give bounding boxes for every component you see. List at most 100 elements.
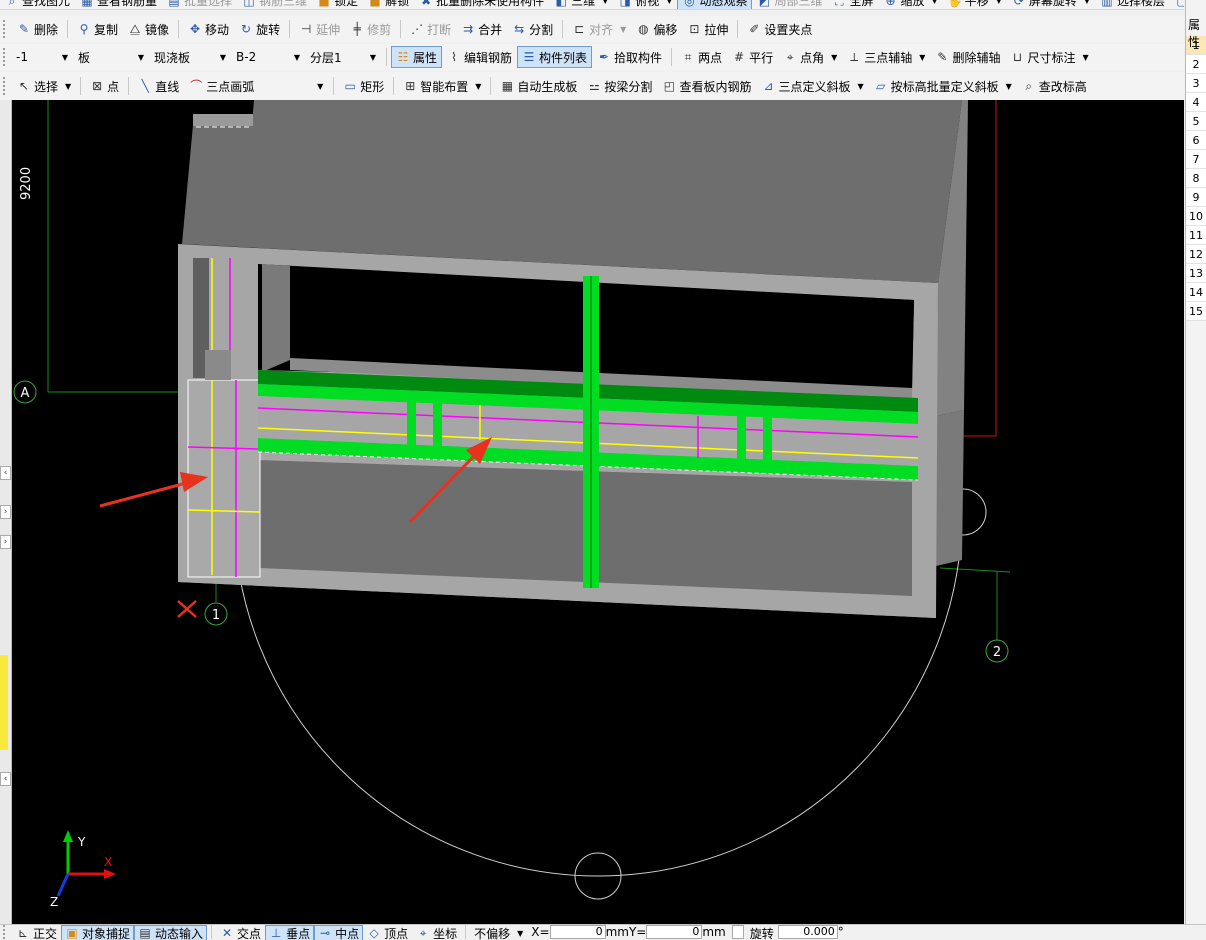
line-button[interactable]: ╲ 直线 — [133, 75, 184, 97]
x-input[interactable]: 0 — [549, 925, 606, 939]
copy-button[interactable]: ⚲ 复制 — [72, 18, 123, 40]
collapse-icon[interactable]: ‹ — [0, 466, 11, 480]
check-elevation-button[interactable]: ⌕ 查改标高 — [1017, 75, 1092, 97]
type-select[interactable]: 板 ▼ — [74, 47, 148, 67]
highlight-bar — [0, 655, 8, 750]
component-list-button[interactable]: ☰ 构件列表 — [517, 46, 593, 68]
intersect-snap[interactable]: ✕ 交点 — [216, 925, 265, 940]
y-input[interactable]: 0 — [646, 925, 703, 939]
property-row[interactable]: 11 — [1186, 226, 1206, 245]
align-button[interactable]: ⊏ 对齐 ▼ — [567, 18, 631, 40]
auto-slab-button[interactable]: ▦ 自动生成板 — [495, 75, 582, 97]
arc-button[interactable]: ⌒ 三点画弧 — [184, 75, 259, 97]
subtype-select[interactable]: 现浇板 ▼ — [150, 47, 230, 67]
property-row[interactable]: 9 — [1186, 188, 1206, 207]
perp-snap[interactable]: ⊥ 垂点 — [265, 925, 315, 940]
view-rebar-qty-button[interactable]: ▦ 查看钢筋量 — [75, 0, 162, 9]
extend-button[interactable]: ⊣ 延伸 — [294, 18, 345, 40]
property-row[interactable]: 6 — [1186, 131, 1206, 150]
beam-split-button[interactable]: ⚍ 按梁分割 — [582, 75, 657, 97]
point-angle-button[interactable]: ⌖ 点角 ▼ — [778, 46, 842, 68]
toolbar-grip[interactable] — [3, 925, 9, 939]
split-button[interactable]: ⇆ 分割 — [507, 18, 558, 40]
component-select[interactable]: B-2 ▼ — [232, 47, 304, 67]
attributes-button[interactable]: ☷ 属性 — [391, 46, 443, 68]
ortho-toggle[interactable]: ⊾ 正交 — [12, 925, 61, 940]
arc-mode-select[interactable]: ▼ — [259, 76, 328, 96]
vertex-snap[interactable]: ◇ 顶点 — [363, 925, 412, 940]
rotate-icon: ↻ — [241, 22, 252, 36]
dimension-button[interactable]: ⊔ 尺寸标注 ▼ — [1005, 46, 1093, 68]
rect-button[interactable]: ▭ 矩形 — [338, 75, 389, 97]
property-row[interactable]: 5 — [1186, 112, 1206, 131]
two-points-button[interactable]: ⌗ 两点 — [676, 46, 727, 68]
screen-rotate-button[interactable]: ⟳ 屏幕旋转 ▼ — [1007, 0, 1095, 9]
floor-select[interactable]: -1 ▼ — [12, 47, 72, 67]
snap-toggle[interactable]: ▣ 对象捕捉 — [61, 925, 135, 940]
orbit-button[interactable]: ◎ 动态观察 — [677, 0, 753, 9]
dynamic-input-toggle[interactable]: ▤ 动态输入 — [134, 925, 208, 940]
three-point-aux-button[interactable]: ⟂ 三点辅轴 ▼ — [842, 46, 930, 68]
three-point-slope-button[interactable]: ⊿ 三点定义斜板 ▼ — [756, 75, 868, 97]
property-row[interactable]: 10 — [1186, 207, 1206, 226]
property-row[interactable]: 7 — [1186, 150, 1206, 169]
midpoint-snap[interactable]: ⊸ 中点 — [314, 925, 364, 940]
trim-button[interactable]: ╪ 修剪 — [345, 18, 396, 40]
break-button[interactable]: ⋰ 打断 — [405, 18, 456, 40]
edit-rebar-button[interactable]: ⌇ 编辑钢筋 — [442, 46, 517, 68]
property-row[interactable]: 14 — [1186, 283, 1206, 302]
3d-viewport[interactable]: A 1 2 9200 Y X Z — [12, 100, 1184, 924]
rotate-button[interactable]: ↻ 旋转 — [234, 18, 285, 40]
fullscreen-button[interactable]: ⛶ 全屏 — [827, 0, 878, 9]
display-button[interactable]: ▢显示 — [1170, 0, 1184, 9]
find-element-button[interactable]: ⌕ 查找图元 — [0, 0, 75, 9]
point-button[interactable]: ⊠ 点 — [85, 75, 124, 97]
property-row[interactable]: 3 — [1186, 74, 1206, 93]
toolbar-grip[interactable] — [3, 48, 9, 66]
batch-select-button[interactable]: ▤ 批量选择 — [162, 0, 237, 9]
rotate-checkbox[interactable] — [731, 925, 744, 939]
pan-button[interactable]: ✋ 平移 ▼ — [943, 0, 1007, 9]
local-3d-button[interactable]: ◩ 局部三维 — [752, 0, 827, 9]
toolbar-grip[interactable] — [3, 20, 9, 38]
collapse-icon[interactable]: ‹ — [0, 772, 11, 786]
batch-delete-button[interactable]: ✖ 批量删除未使用构件 — [414, 0, 549, 9]
pick-component-button[interactable]: ✒ 拾取构件 — [592, 46, 667, 68]
offset-button[interactable]: ◍ 偏移 — [631, 18, 682, 40]
smart-layout-button[interactable]: ⊞ 智能布置 ▼ — [398, 75, 486, 97]
zoom-button[interactable]: ⊕ 缩放 ▼ — [879, 0, 943, 9]
delete-button[interactable]: ✎ 删除 — [12, 18, 63, 40]
3d-button[interactable]: ◧ 三维 ▼ — [549, 0, 613, 9]
property-row[interactable]: 15 — [1186, 302, 1206, 321]
property-row[interactable]: 12 — [1186, 245, 1206, 264]
mirror-button[interactable]: ⧋ 镜像 — [123, 18, 174, 40]
property-row[interactable]: 8 — [1186, 169, 1206, 188]
set-grip-button[interactable]: ✐ 设置夹点 — [742, 18, 817, 40]
property-row[interactable]: 2 — [1186, 55, 1206, 74]
toolbar-grip[interactable] — [3, 77, 9, 95]
parallel-button[interactable]: # 平行 — [727, 46, 778, 68]
slope-icon: ⊿ — [763, 79, 774, 93]
lock-button[interactable]: ■ 锁定 — [312, 0, 363, 9]
stretch-button[interactable]: ⊡ 拉伸 — [682, 18, 733, 40]
view-slab-rebar-button[interactable]: ◰ 查看板内钢筋 — [657, 75, 756, 97]
property-row[interactable]: 13 — [1186, 264, 1206, 283]
view-rebar-icon: ◰ — [663, 79, 676, 93]
scene-canvas[interactable]: A 1 2 9200 Y X Z — [12, 100, 1184, 924]
unlock-button[interactable]: ■ 解锁 — [363, 0, 414, 9]
top-view-button[interactable]: ◨ 俯视 ▼ — [613, 0, 677, 9]
offset-mode-select[interactable]: 不偏移 ▼ — [470, 925, 527, 940]
expand-icon[interactable]: › — [0, 505, 11, 519]
select-button[interactable]: ↖ 选择 ▼ — [12, 75, 76, 97]
expand-icon[interactable]: › — [0, 535, 11, 549]
rotate-input[interactable]: 0.000 — [777, 925, 838, 939]
move-button[interactable]: ✥ 移动 — [183, 18, 234, 40]
coord-snap[interactable]: ⌖ 坐标 — [412, 925, 461, 940]
rebar-3d-button[interactable]: ◫ 钢筋三维 — [237, 0, 312, 9]
layer-select[interactable]: 分层1 ▼ — [306, 47, 380, 67]
merge-button[interactable]: ⇉ 合并 — [456, 18, 507, 40]
property-row[interactable]: 4 — [1186, 93, 1206, 112]
batch-slope-button[interactable]: ▱ 按标高批量定义斜板 ▼ — [869, 75, 1017, 97]
select-floor-button[interactable]: ▥ 选择楼层 — [1095, 0, 1170, 9]
delete-aux-button[interactable]: ✎ 删除辅轴 — [930, 46, 1005, 68]
